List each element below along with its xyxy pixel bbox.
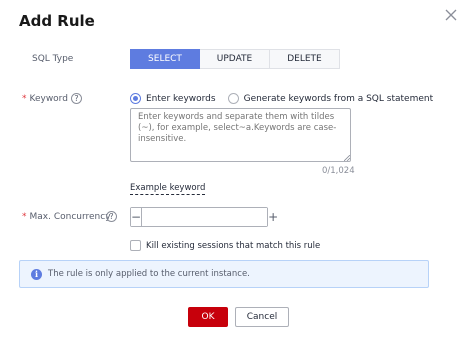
info-text: The rule is only applied to the current … (48, 269, 250, 279)
sql-type-select-button[interactable]: SELECT (130, 49, 200, 69)
generate-keywords-radio[interactable]: Generate keywords from a SQL statement (227, 93, 434, 104)
cancel-button[interactable]: Cancel (235, 307, 289, 327)
enter-keywords-radio[interactable]: Enter keywords (130, 93, 216, 104)
concurrency-input[interactable] (142, 208, 268, 226)
generate-keywords-label: Generate keywords from a SQL statement (243, 93, 434, 104)
radio-unchecked-icon[interactable] (227, 93, 239, 104)
enter-keywords-label: Enter keywords (146, 93, 216, 104)
keyword-help-icon[interactable]: ? (71, 93, 82, 104)
keyword-mode-radios: Enter keywords Generate keywords from a … (130, 93, 445, 104)
keyword-label: * Keyword (22, 94, 68, 104)
resize-grip-icon[interactable] (344, 155, 350, 161)
keyword-textarea[interactable] (130, 108, 351, 162)
sql-type-delete-button[interactable]: DELETE (270, 49, 340, 69)
ok-button[interactable]: OK (188, 307, 228, 327)
kill-sessions-row[interactable]: Kill existing sessions that match this r… (130, 240, 320, 251)
increment-button[interactable]: + (267, 208, 279, 226)
decrement-button[interactable]: − (131, 208, 143, 226)
sql-type-update-button[interactable]: UPDATE (200, 49, 270, 69)
info-banner: i The rule is only applied to the curren… (19, 260, 429, 288)
info-icon: i (31, 268, 42, 280)
sql-type-label: SQL Type (32, 54, 74, 64)
keyword-counter: 0/1,024 (322, 166, 355, 176)
kill-sessions-checkbox[interactable] (130, 240, 141, 251)
keyword-label-text: Keyword (29, 94, 68, 104)
concurrency-stepper: − + (130, 207, 279, 227)
close-icon[interactable] (444, 8, 458, 22)
kill-sessions-label: Kill existing sessions that match this r… (146, 240, 321, 251)
max-concurrency-label: * Max. Concurrency (22, 212, 111, 222)
required-mark: * (22, 94, 27, 104)
concurrency-help-icon[interactable]: ? (106, 211, 117, 222)
required-mark: * (22, 212, 27, 222)
sql-type-segmented: SELECT UPDATE DELETE (130, 49, 340, 69)
dialog-title: Add Rule (19, 12, 95, 30)
radio-checked-icon[interactable] (130, 93, 141, 104)
max-concurrency-label-text: Max. Concurrency (29, 212, 111, 222)
example-keyword-link[interactable]: Example keyword (130, 183, 206, 195)
